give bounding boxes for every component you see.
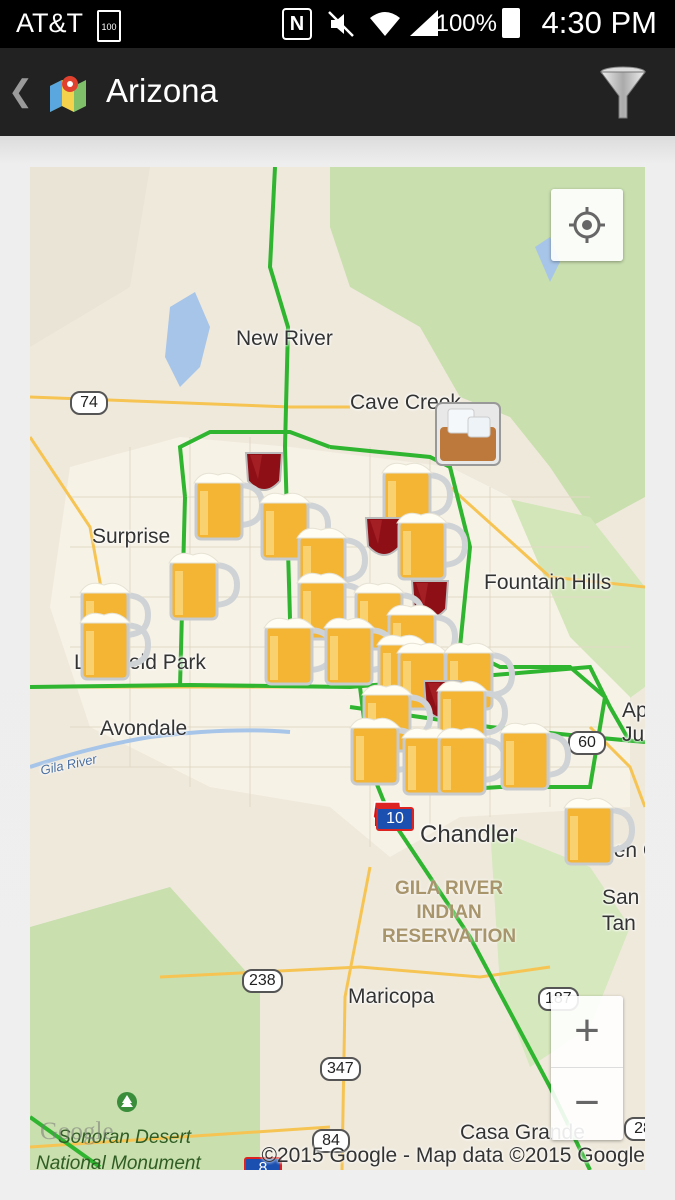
zoom-in-button[interactable]: + xyxy=(551,996,623,1068)
beer-marker[interactable] xyxy=(395,507,471,583)
map-copyright: ©2015 Google - Map data ©2015 Google xyxy=(261,1144,645,1167)
reservation-label: GILA RIVER INDIAN RESERVATION xyxy=(382,878,517,947)
highway-shield: 10 xyxy=(376,807,414,831)
highway-shield: 238 xyxy=(242,969,283,993)
beer-marker[interactable] xyxy=(562,792,638,868)
vibrate-mute-icon xyxy=(328,11,354,37)
place-label: New River xyxy=(236,327,333,350)
beer-marker[interactable] xyxy=(498,717,574,793)
funnel-icon[interactable] xyxy=(598,64,648,120)
place-label: San Tan Valley xyxy=(602,886,640,935)
beer-marker[interactable] xyxy=(78,607,154,683)
battery-icon xyxy=(502,8,520,38)
wifi-icon xyxy=(370,12,400,36)
highway-shield: 28 xyxy=(624,1117,645,1141)
place-label: Fountain Hills xyxy=(484,571,612,594)
crosshair-icon xyxy=(569,207,605,243)
zoom-out-button[interactable]: − xyxy=(551,1068,623,1139)
google-logo: Google xyxy=(40,1118,114,1145)
carrier-label: AT&T xyxy=(16,8,83,38)
park-tree-icon xyxy=(117,1092,137,1112)
highway-shield: 74 xyxy=(70,391,108,415)
zoom-controls: + − xyxy=(551,996,623,1140)
highway-shield: 347 xyxy=(320,1057,361,1081)
status-bar: AT&T 100 N 100% 4:30 PM xyxy=(0,0,675,48)
place-label: Apache Junction xyxy=(622,699,645,746)
nfc-icon: N xyxy=(282,8,312,40)
maps-icon[interactable] xyxy=(48,72,88,112)
whiskey-marker[interactable] xyxy=(432,395,508,471)
clock: 4:30 PM xyxy=(541,5,657,40)
place-label: Avondale xyxy=(100,717,188,740)
page-title: Arizona xyxy=(106,72,218,109)
my-location-button[interactable] xyxy=(551,189,623,261)
sim-100-icon: 100 xyxy=(97,10,121,42)
battery-percent: 100% xyxy=(435,10,497,37)
app-bar: ❮ Arizona xyxy=(0,48,675,136)
place-label: Surprise xyxy=(92,525,171,548)
place-label: Maricopa xyxy=(348,985,435,1008)
chevron-left-icon[interactable]: ❮ xyxy=(8,74,33,109)
beer-marker[interactable] xyxy=(192,467,268,543)
place-label: Chandler xyxy=(420,821,518,848)
beer-marker[interactable] xyxy=(167,547,243,623)
map-view[interactable]: New River Cave Creek Surprise Litchfield… xyxy=(30,167,645,1170)
